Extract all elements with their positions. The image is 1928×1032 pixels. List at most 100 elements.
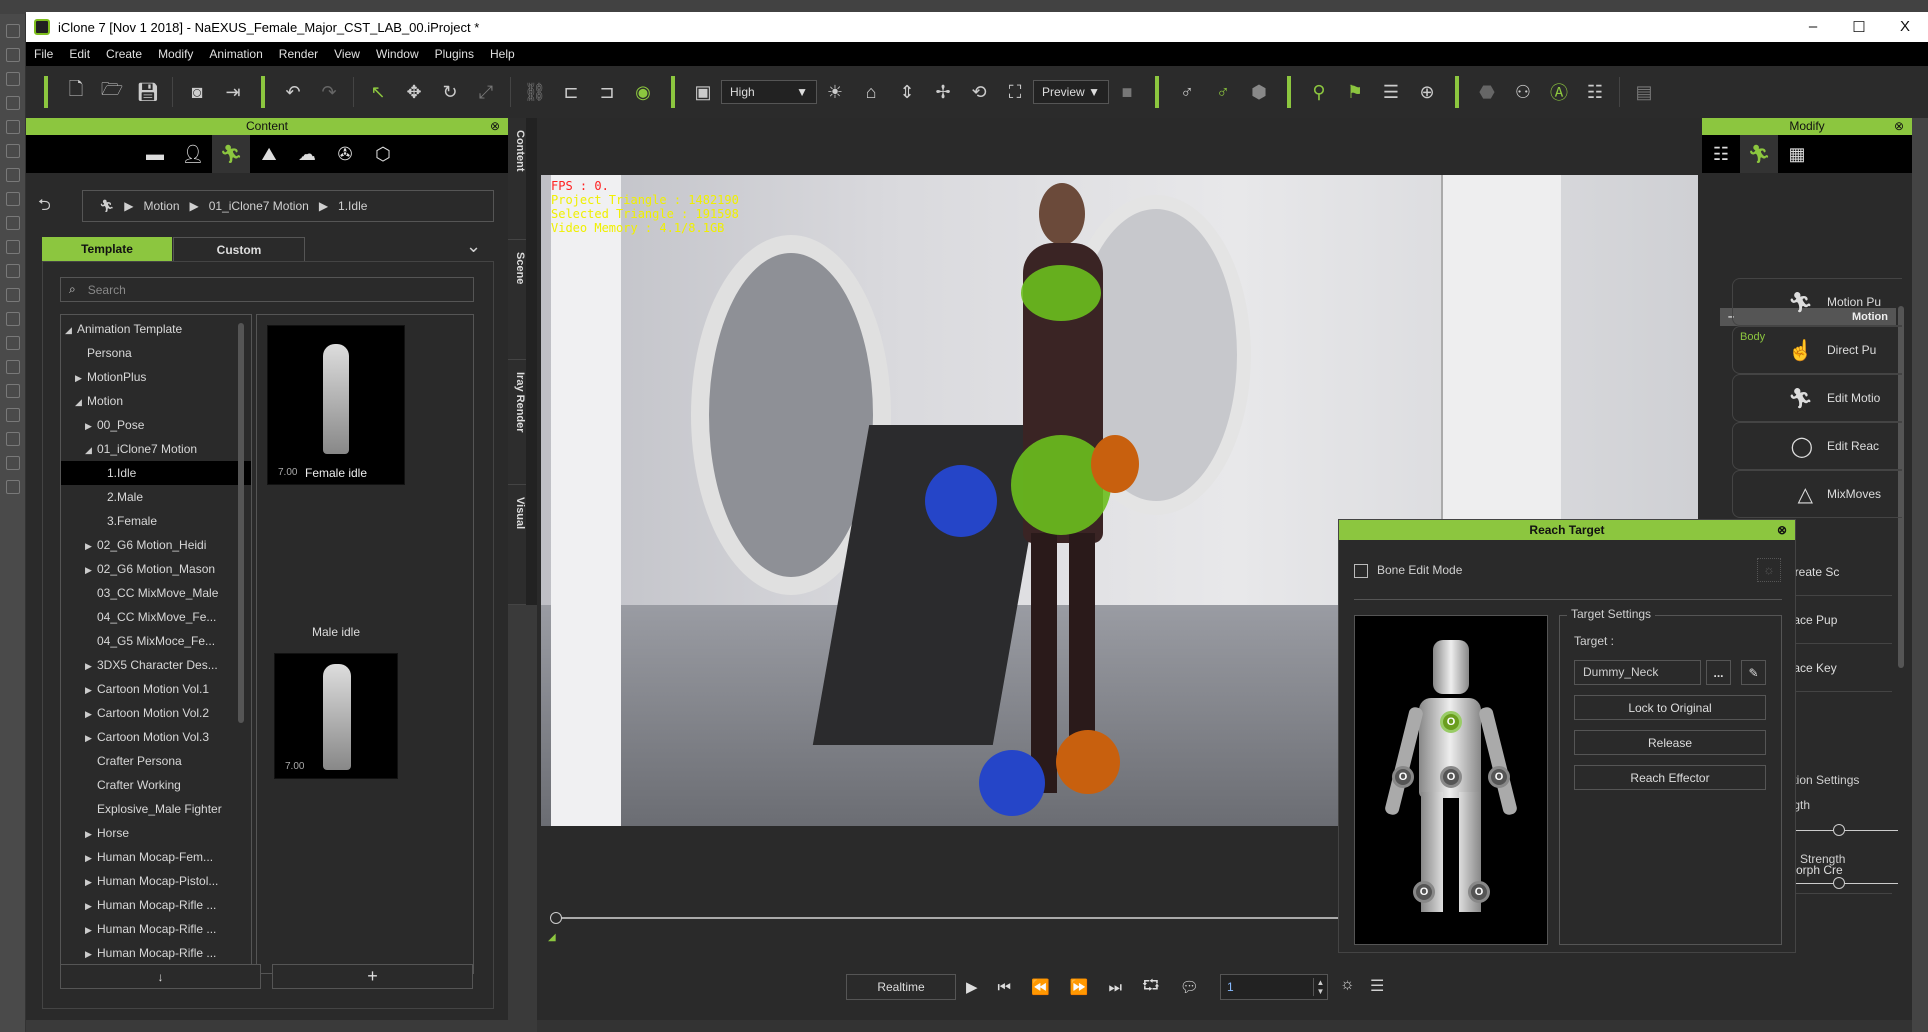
gear-icon[interactable]: ☼ [1757,558,1781,582]
add-button[interactable]: + [272,964,473,989]
stepper-icon[interactable]: ▲ ▼ [1313,978,1327,996]
orbit-icon[interactable]: ⟲ [964,77,994,107]
collapsed-triangle-icon[interactable]: ▶ [85,414,97,438]
rotate-icon[interactable]: ↻ [435,77,465,107]
tab-visual[interactable]: Visual [508,485,526,605]
collapsed-triangle-icon[interactable]: ▶ [85,846,97,870]
expanded-triangle-icon[interactable]: ◢ [85,438,97,462]
modify-button-mixmoves[interactable]: △ MixMoves [1732,470,1902,518]
breadcrumb-item[interactable]: 1.Idle [338,199,367,213]
close-button[interactable]: X [1882,18,1928,36]
collapsed-triangle-icon[interactable]: ▶ [85,918,97,942]
eye-icon[interactable]: ◉ [628,77,658,107]
tree-item[interactable]: ▶ Cartoon Motion Vol.1 [61,677,251,701]
browse-target-button[interactable]: ... [1706,660,1731,685]
rewind-icon[interactable]: ⏪ [1031,978,1050,996]
dialog-header[interactable]: Reach Target ⊗ [1339,520,1795,540]
menu-file[interactable]: File [34,47,53,61]
thumbnail-female-idle[interactable]: 7.00 Female idle [267,325,405,485]
menu-view[interactable]: View [334,47,360,61]
flag-icon[interactable]: ⚑ [1340,77,1370,107]
collapsed-triangle-icon[interactable]: ▶ [85,558,97,582]
tree-item[interactable]: Explosive_Male Fighter [61,797,251,821]
menu-edit[interactable]: Edit [69,47,90,61]
maximize-button[interactable]: ☐ [1836,18,1882,36]
tree-item[interactable]: Crafter Working [61,773,251,797]
redo-icon[interactable]: ↷ [314,77,344,107]
tab-scene[interactable]: Scene [508,240,526,360]
folder-icon[interactable]: ▬ [136,135,174,173]
thumbnail-male-idle[interactable]: 7.00 [274,653,398,779]
select-arrow-icon[interactable]: ↖ [363,77,393,107]
loop-icon[interactable]: ⮔ [1142,975,1160,1000]
play-icon[interactable]: ▶ [966,978,978,996]
menu-window[interactable]: Window [376,47,419,61]
calendar-icon[interactable]: ▤ [1629,77,1659,107]
bone-edit-mode-checkbox[interactable] [1354,564,1368,578]
camera-icon[interactable]: ■ [1112,77,1142,107]
download-button[interactable]: ↓ [60,964,261,989]
target-field[interactable]: Dummy_Neck [1574,660,1701,685]
marker-right-hand[interactable]: O [1392,766,1414,788]
marker-left-hand[interactable]: O [1488,766,1510,788]
collapsed-triangle-icon[interactable]: ▶ [85,870,97,894]
modify-button-direct-pu[interactable]: ☝ Direct Pu [1732,326,1902,374]
tree-item[interactable]: ▶ Human Mocap-Rifle ... [61,917,251,941]
effector-right-foot[interactable] [979,750,1045,816]
menu-animation[interactable]: Animation [209,47,262,61]
marker-hip[interactable]: O [1440,766,1462,788]
export-icon[interactable]: ⇥ [218,77,248,107]
effector-left-foot[interactable] [1056,730,1120,794]
marker-left-foot[interactable]: O [1468,881,1490,903]
expand-circle-icon[interactable]: ⌄ [466,236,481,257]
link-icon[interactable]: ⛓ [520,77,550,107]
media-icon[interactable]: ✇ [326,135,364,173]
tree-item[interactable]: ▶ Human Mocap-Rifle ... [61,941,251,965]
tree-item[interactable]: 04_G5 MixMoce_Fe... [61,629,251,653]
tree-item[interactable]: ▶ 02_G6 Motion_Heidi [61,533,251,557]
sliders-icon[interactable]: ☷ [1702,135,1740,173]
lock-to-original-button[interactable]: Lock to Original [1574,695,1766,720]
search-input[interactable]: ⌕ Search [60,277,474,302]
close-icon[interactable]: ⊗ [1777,520,1787,540]
tree-item[interactable]: ▶ Cartoon Motion Vol.3 [61,725,251,749]
quality-dropdown[interactable]: High ▼ [721,80,817,104]
new-file-icon[interactable]: 🗋 [61,77,91,107]
stage-icon[interactable]: ⛰ [250,135,288,173]
reach-effector-button[interactable]: Reach Effector [1574,765,1766,790]
tree-item[interactable]: Persona [61,341,251,365]
realtime-button[interactable]: Realtime [846,974,956,1000]
settings-sun-icon[interactable]: ☼ [1340,976,1355,994]
tree-item[interactable]: ▶ Human Mocap-Pistol... [61,869,251,893]
marker-neck[interactable]: O [1440,711,1462,733]
breadcrumb-item[interactable]: 01_iClone7 Motion [209,199,309,213]
tree-item[interactable]: ▶ Human Mocap-Rifle ... [61,893,251,917]
actor-icon[interactable]: 👤︎ [174,135,212,173]
timeline-handle[interactable] [550,912,562,924]
render-mode-dropdown[interactable]: Preview ▼ [1033,80,1109,104]
reach-target-icon[interactable]: ♂ [1208,77,1238,107]
modify-button-edit-motio[interactable]: 🏃︎ Edit Motio [1732,374,1902,422]
checker-icon[interactable]: ▦ [1778,135,1816,173]
props-icon[interactable]: ⬡ [364,135,402,173]
tree-item[interactable]: ◢ 01_iClone7 Motion [61,437,251,461]
collapsed-triangle-icon[interactable]: ▶ [75,366,87,390]
layout-icon[interactable]: ▣ [688,77,718,107]
cubes-icon[interactable]: ⬢ [1244,77,1274,107]
frame-input[interactable]: 1 ▲ ▼ [1220,974,1328,1000]
modify-button-edit-reac[interactable]: ◯ Edit Reac [1732,422,1902,470]
expanded-triangle-icon[interactable]: ◢ [75,390,87,414]
open-folder-icon[interactable]: 🗁 [97,77,127,107]
tree-item[interactable]: 2.Male [61,485,251,509]
tree-item[interactable]: ◢ Motion [61,389,251,413]
menu-modify[interactable]: Modify [158,47,193,61]
reach-icon[interactable]: ♂ [1172,77,1202,107]
tree-item[interactable]: ◢ Animation Template [61,317,251,341]
collapsed-triangle-icon[interactable]: ▶ [85,726,97,750]
release-button[interactable]: Release [1574,730,1766,755]
tree-scrollbar[interactable] [238,323,244,723]
fast-forward-icon[interactable]: ⏩ [1070,978,1089,996]
save-icon[interactable]: 💾︎ [133,77,163,107]
modify-button-motion-pu[interactable]: 🏃︎ Motion Pu [1732,278,1902,326]
tree-item[interactable]: 3.Female [61,509,251,533]
